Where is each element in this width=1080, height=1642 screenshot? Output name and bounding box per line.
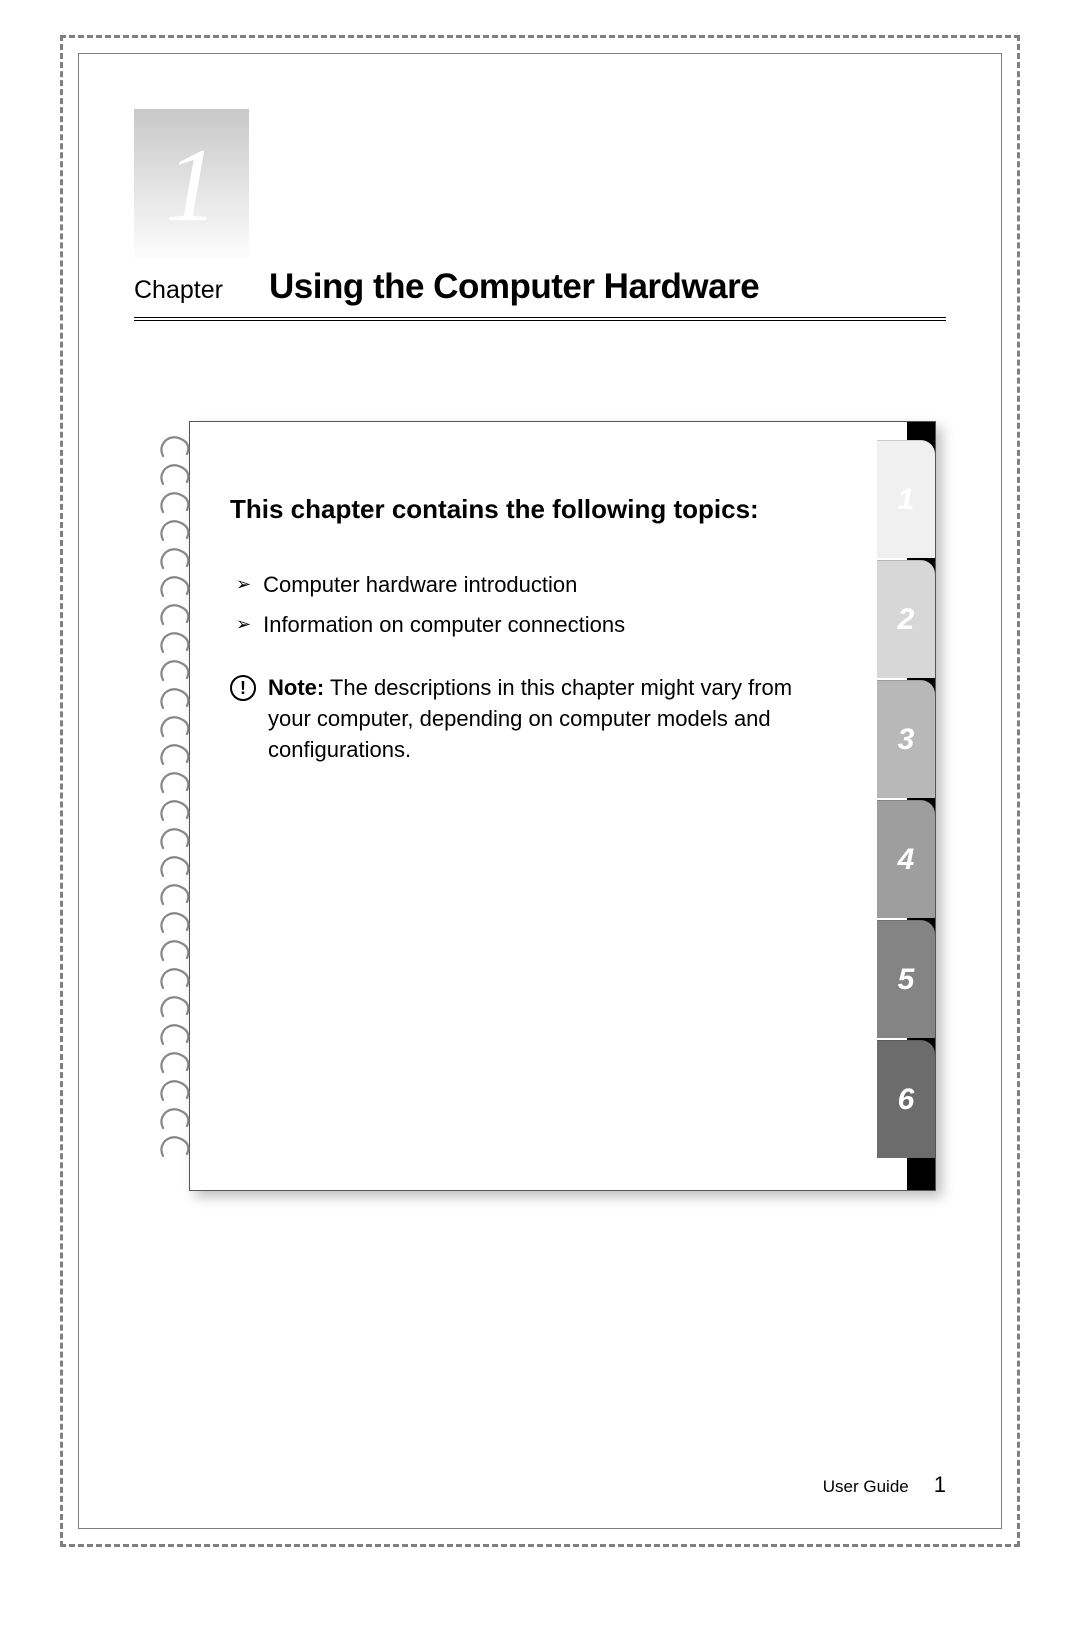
section-tab-1: 1 <box>877 440 935 558</box>
chapter-number-badge: 1 <box>134 109 249 259</box>
chapter-divider <box>134 317 946 321</box>
topic-list: Computer hardware introduction Informatio… <box>230 572 840 638</box>
chapter-label: Chapter <box>134 276 249 305</box>
spiral-ring <box>157 800 191 824</box>
spiral-ring <box>157 492 191 516</box>
section-tab-2: 2 <box>877 560 935 678</box>
page-footer: User Guide 1 <box>823 1472 946 1498</box>
spiral-ring <box>157 1108 191 1132</box>
spiral-ring <box>157 1080 191 1104</box>
spiral-ring <box>157 436 191 460</box>
spiral-ring <box>157 464 191 488</box>
spiral-ring <box>157 940 191 964</box>
spiral-ring <box>157 996 191 1020</box>
spiral-ring <box>157 1052 191 1076</box>
note-text: Note: The descriptions in this chapter m… <box>268 673 830 765</box>
section-tab-3: 3 <box>877 680 935 798</box>
footer-page-number: 1 <box>934 1472 946 1498</box>
spiral-ring <box>157 688 191 712</box>
spiral-ring <box>157 884 191 908</box>
spiral-ring <box>157 520 191 544</box>
notebook: 123456 This chapter contains the followi… <box>159 421 936 1191</box>
spiral-ring <box>157 744 191 768</box>
spiral-binding <box>157 436 197 1171</box>
topics-heading: This chapter contains the following topi… <box>230 492 840 527</box>
footer-guide-label: User Guide <box>823 1477 909 1497</box>
attention-icon: ! <box>230 675 256 701</box>
spiral-ring <box>157 968 191 992</box>
spiral-ring <box>157 632 191 656</box>
spiral-ring <box>157 772 191 796</box>
section-tab-6: 6 <box>877 1040 935 1158</box>
section-tab-4: 4 <box>877 800 935 918</box>
topic-item: Information on computer connections <box>230 612 840 638</box>
topic-text: Information on computer connections <box>263 612 625 638</box>
topic-item: Computer hardware introduction <box>230 572 840 598</box>
spiral-ring <box>157 856 191 880</box>
section-tab-5: 5 <box>877 920 935 1038</box>
notebook-page: 123456 This chapter contains the followi… <box>189 421 936 1191</box>
spiral-ring <box>157 548 191 572</box>
spiral-ring <box>157 576 191 600</box>
section-tabs: 123456 <box>877 440 935 1160</box>
note-body: The descriptions in this chapter might v… <box>268 675 792 762</box>
spiral-ring <box>157 660 191 684</box>
note-label: Note: <box>268 675 324 700</box>
note-block: ! Note: The descriptions in this chapter… <box>230 673 840 765</box>
spiral-ring <box>157 1024 191 1048</box>
chapter-title: Using the Computer Hardware <box>269 267 759 307</box>
chapter-heading-row: Chapter Using the Computer Hardware <box>134 267 946 307</box>
spiral-ring <box>157 1136 191 1160</box>
spiral-ring <box>157 604 191 628</box>
topic-text: Computer hardware introduction <box>263 572 577 598</box>
spiral-ring <box>157 828 191 852</box>
spiral-ring <box>157 912 191 936</box>
chapter-number: 1 <box>165 132 218 237</box>
spiral-ring <box>157 716 191 740</box>
